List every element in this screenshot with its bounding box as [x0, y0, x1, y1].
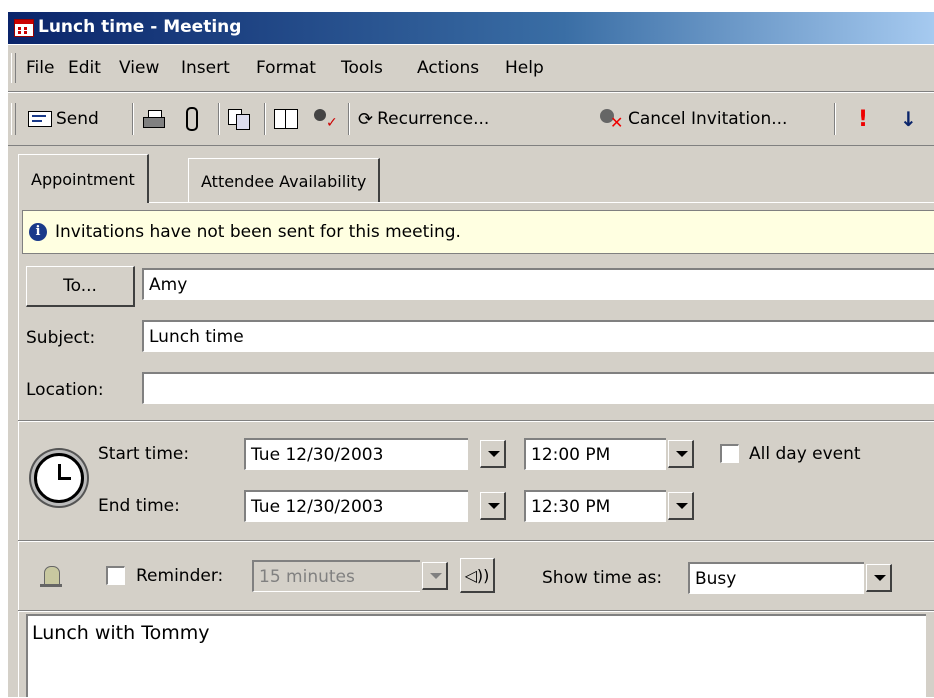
start-time-dropdown[interactable]	[668, 440, 694, 468]
cancel-invitation-button[interactable]: ✕ Cancel Invitation...	[600, 105, 787, 133]
print-button[interactable]	[143, 105, 165, 133]
info-icon: i	[29, 223, 47, 241]
low-importance-button[interactable]: ↓	[900, 105, 917, 133]
recurrence-button[interactable]: ⟳ Recurrence...	[358, 105, 489, 133]
subject-field[interactable]: Lunch time	[142, 320, 934, 352]
insert-item-button[interactable]	[228, 105, 250, 133]
section-divider	[18, 610, 934, 612]
start-time-field[interactable]: 12:00 PM	[524, 438, 666, 470]
tab-attendee-availability[interactable]: Attendee Availability	[188, 158, 381, 203]
clock-icon	[34, 453, 84, 503]
exclamation-icon: !	[858, 106, 869, 132]
start-time-label: Start time:	[98, 444, 190, 464]
title-bar[interactable]: Lunch time - Meeting	[8, 12, 934, 44]
toolbar-separator	[132, 103, 134, 135]
all-day-checkbox[interactable]	[720, 444, 739, 463]
cancel-invitation-icon: ✕	[600, 109, 624, 132]
end-date-value: Tue 12/30/2003	[251, 496, 384, 517]
printer-icon	[143, 110, 165, 128]
notes-text: Lunch with Tommy	[32, 622, 210, 644]
menu-help[interactable]: Help	[505, 58, 544, 78]
start-date-field[interactable]: Tue 12/30/2003	[244, 438, 468, 470]
show-time-label: Show time as:	[542, 568, 663, 588]
tab-label: Appointment	[31, 169, 135, 189]
send-label: Send	[56, 109, 99, 129]
reminder-checkbox[interactable]	[106, 566, 125, 585]
toolbar: Send ✓ ⟳ Recurrence... ✕ Cancel Invitati…	[8, 92, 934, 146]
reminder-time-dropdown[interactable]	[422, 562, 448, 590]
meeting-window: Lunch time - Meeting File Edit View Inse…	[8, 12, 934, 698]
cancel-invitation-label: Cancel Invitation...	[628, 109, 788, 129]
send-icon	[28, 111, 52, 127]
toolbar-separator	[264, 103, 266, 135]
reminder-label: Reminder:	[136, 566, 224, 586]
menu-insert[interactable]: Insert	[181, 58, 230, 78]
end-time-field[interactable]: 12:30 PM	[524, 490, 666, 522]
down-arrow-icon: ↓	[900, 107, 917, 131]
toolbar-separator	[348, 103, 350, 135]
address-book-button[interactable]	[274, 105, 298, 133]
menu-view[interactable]: View	[119, 58, 159, 78]
check-names-icon: ✓	[312, 109, 338, 131]
subject-value: Lunch time	[149, 326, 244, 347]
attach-button[interactable]	[186, 105, 198, 133]
reminder-time-field[interactable]: 15 minutes	[252, 560, 420, 592]
speaker-icon: ◁))	[464, 565, 490, 585]
recurrence-icon: ⟳	[358, 108, 374, 130]
high-importance-button[interactable]: !	[858, 105, 868, 133]
start-time-value: 12:00 PM	[531, 444, 611, 465]
window-title: Lunch time - Meeting	[38, 17, 242, 37]
location-field[interactable]	[142, 372, 934, 404]
start-date-value: Tue 12/30/2003	[251, 444, 384, 465]
copy-document-icon	[228, 109, 250, 130]
end-date-field[interactable]: Tue 12/30/2003	[244, 490, 468, 522]
check-names-button[interactable]: ✓	[312, 105, 338, 133]
paperclip-icon	[186, 107, 198, 131]
menu-file[interactable]: File	[26, 58, 54, 78]
location-label: Location:	[26, 380, 104, 400]
menu-tools[interactable]: Tools	[341, 58, 383, 78]
section-divider	[18, 540, 934, 542]
toolbar-grip[interactable]	[11, 103, 16, 135]
section-divider	[18, 420, 934, 422]
end-time-label: End time:	[98, 496, 180, 516]
to-field[interactable]: Amy	[142, 268, 934, 300]
subject-label: Subject:	[26, 328, 96, 348]
menu-grip[interactable]	[11, 53, 16, 83]
recurrence-label: Recurrence...	[377, 109, 490, 129]
calendar-icon	[14, 19, 34, 37]
notes-area[interactable]: Lunch with Tommy	[26, 614, 926, 697]
tab-label: Attendee Availability	[201, 171, 367, 191]
toolbar-separator	[218, 103, 220, 135]
end-date-dropdown[interactable]	[480, 492, 506, 520]
to-button-label: To...	[63, 276, 97, 296]
address-book-icon	[274, 109, 298, 129]
show-time-value: Busy	[695, 568, 737, 589]
reminder-time-value: 15 minutes	[259, 566, 355, 587]
to-value: Amy	[149, 274, 188, 295]
info-message: Invitations have not been sent for this …	[55, 222, 461, 242]
toolbar-separator	[834, 103, 836, 135]
show-time-field[interactable]: Busy	[688, 562, 864, 594]
start-date-dropdown[interactable]	[480, 440, 506, 468]
end-time-value: 12:30 PM	[531, 496, 611, 517]
menu-format[interactable]: Format	[256, 58, 316, 78]
end-time-dropdown[interactable]	[668, 492, 694, 520]
menu-edit[interactable]: Edit	[68, 58, 101, 78]
menu-bar: File Edit View Insert Format Tools Actio…	[8, 44, 934, 92]
bell-icon	[34, 560, 68, 594]
info-bar: i Invitations have not been sent for thi…	[22, 210, 934, 254]
show-time-dropdown[interactable]	[866, 564, 892, 592]
send-button[interactable]: Send	[28, 105, 99, 133]
menu-actions[interactable]: Actions	[417, 58, 479, 78]
tab-appointment[interactable]: Appointment	[18, 154, 149, 203]
all-day-label: All day event	[749, 444, 861, 464]
reminder-sound-button[interactable]: ◁))	[460, 558, 495, 593]
to-button[interactable]: To...	[26, 266, 135, 307]
